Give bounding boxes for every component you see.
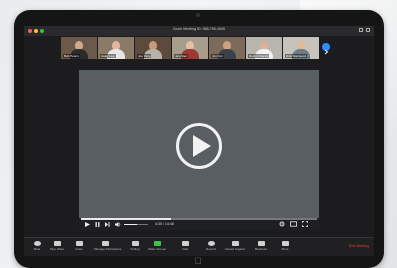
video-progress-fill — [81, 218, 171, 220]
toolbar-button-label: More — [281, 247, 289, 251]
play-button-icon[interactable] — [85, 222, 90, 227]
window-title: Zoom Meeting ID: 968-795-4949 — [173, 27, 225, 31]
participant-name: Rick Stanwood — [285, 54, 308, 58]
closed-caption-icon — [231, 241, 239, 246]
toolbar-button-label: Breakout — [254, 247, 267, 251]
shared-video[interactable]: 4:35 / 14:46 — [79, 70, 319, 230]
polling-button[interactable]: Polling — [124, 241, 146, 251]
apple-logo-icon:  — [191, 256, 205, 266]
toolbar-button-label: Polling — [130, 247, 140, 251]
fullscreen-icon[interactable] — [366, 28, 370, 32]
participant-name: Jon Kim — [211, 54, 224, 58]
fullscreen-video-icon[interactable] — [302, 221, 308, 227]
invite-button[interactable]: Invite — [68, 241, 90, 251]
record-button[interactable]: Record — [200, 241, 222, 251]
meeting-toolbar: End Meeting Mute Stop Video Invite Manage P… — [24, 237, 374, 256]
participant-name: Dustin Friends — [248, 54, 270, 58]
breakout-button[interactable]: Breakout — [250, 241, 272, 251]
settings-icon[interactable] — [279, 221, 285, 227]
participant-tile[interactable]: Haley Lee — [98, 37, 134, 59]
window-titlebar: Zoom Meeting ID: 968-795-4949 — [24, 26, 374, 36]
volume-icon[interactable] — [115, 222, 121, 227]
breakout-icon — [257, 241, 265, 246]
pause-button-icon[interactable] — [95, 222, 100, 227]
participant-name: Jen Allen — [174, 54, 189, 58]
video-camera-icon — [53, 241, 61, 246]
toolbar-button-label: Manage Participants — [94, 247, 122, 251]
next-page-icon[interactable] — [322, 43, 330, 55]
participant-name: Bob Peters — [63, 54, 80, 58]
toolbar-button-label: Record — [206, 247, 216, 251]
microphone-icon — [33, 241, 41, 246]
participant-name: Haley Lee — [100, 54, 116, 58]
tablet-device: Zoom Meeting ID: 968-795-4949 Bob Peters… — [14, 10, 384, 268]
toolbar-button-label: Invite — [75, 247, 83, 251]
end-meeting-button[interactable]: End Meeting — [349, 244, 369, 248]
toolbar-button-label: Closed Caption — [224, 247, 246, 251]
stop-video-button[interactable]: Stop Video — [46, 241, 68, 251]
share-screen-button[interactable]: Share Screen — [146, 241, 168, 251]
invite-icon — [75, 241, 83, 246]
theater-mode-icon[interactable] — [290, 221, 297, 227]
polling-icon — [131, 241, 139, 246]
play-icon[interactable] — [175, 122, 223, 175]
more-icon — [281, 241, 289, 246]
video-controls: 4:35 / 14:46 — [79, 218, 319, 230]
video-time: 4:35 / 14:46 — [155, 222, 174, 226]
toolbar-button-label: Chat — [181, 247, 189, 251]
toolbar-button-label: Stop Video — [49, 247, 65, 251]
skip-forward-icon[interactable] — [105, 222, 110, 227]
participant-tile[interactable]: Jen Allen — [172, 37, 208, 59]
participants-icon — [101, 241, 109, 246]
mute-button[interactable]: Mute — [26, 241, 48, 251]
manage-participants-button[interactable]: Manage Participants — [94, 241, 122, 251]
participant-gallery: Bob Peters Haley Lee Joe Yang Jen Allen Jon … — [61, 37, 319, 59]
toolbar-button-label: Mute — [33, 247, 41, 251]
participant-name: Joe Yang — [137, 54, 152, 58]
closed-caption-button[interactable]: Closed Caption — [224, 241, 246, 251]
more-button[interactable]: More — [274, 241, 296, 251]
volume-slider[interactable] — [124, 224, 148, 225]
participant-tile[interactable]: Jon Kim — [209, 37, 245, 59]
toolbar-button-label: Share Screen — [147, 247, 167, 251]
front-camera — [196, 13, 200, 17]
chat-icon — [181, 241, 189, 246]
participant-tile[interactable]: Dustin Friends — [246, 37, 282, 59]
participant-tile[interactable]: Rick Stanwood — [283, 37, 319, 59]
participant-tile[interactable]: Bob Peters — [61, 37, 97, 59]
volume-level — [124, 224, 138, 225]
titlebar-right-icons — [359, 28, 370, 32]
chat-button[interactable]: Chat — [174, 241, 196, 251]
zoom-window: Zoom Meeting ID: 968-795-4949 Bob Peters… — [24, 26, 374, 256]
gallery-view-icon[interactable] — [359, 28, 363, 32]
record-icon — [207, 241, 215, 246]
participant-tile[interactable]: Joe Yang — [135, 37, 171, 59]
share-screen-icon — [153, 241, 161, 246]
video-progress-bar[interactable] — [81, 218, 317, 220]
